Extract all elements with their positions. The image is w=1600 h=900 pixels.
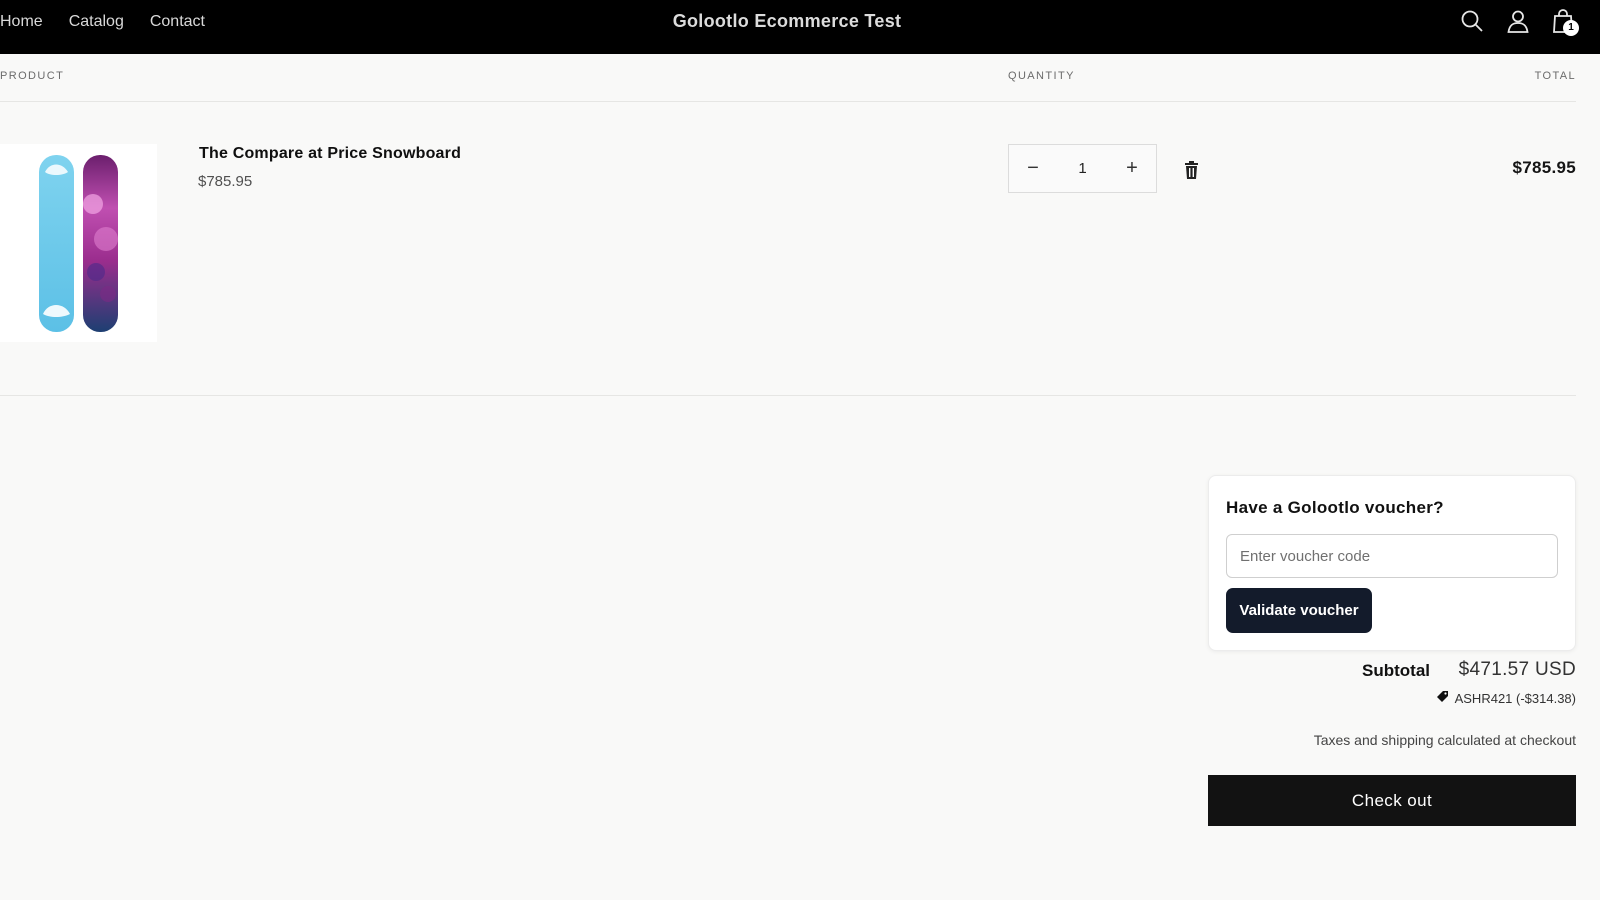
tag-icon <box>1436 690 1449 706</box>
divider <box>0 395 1576 396</box>
voucher-title: Have a Golootlo voucher? <box>1226 498 1444 517</box>
column-header-quantity: QUANTITY <box>1008 70 1075 82</box>
applied-discount: ASHR421 (-$314.38) <box>1436 690 1576 706</box>
quantity-stepper: − 1 + <box>1008 144 1157 193</box>
column-header-product: PRODUCT <box>0 70 65 82</box>
product-image[interactable] <box>0 144 157 342</box>
trash-icon[interactable] <box>1183 161 1200 180</box>
quantity-input[interactable]: 1 <box>1057 160 1108 177</box>
product-price: $785.95 <box>198 173 253 190</box>
divider <box>0 101 1576 102</box>
validate-voucher-button[interactable]: Validate voucher <box>1226 588 1372 633</box>
search-icon[interactable] <box>1459 8 1485 34</box>
voucher-card: Have a Golootlo voucher? Validate vouche… <box>1208 475 1576 651</box>
store-name[interactable]: Golootlo Ecommerce Test <box>0 11 1574 32</box>
line-item-total: $785.95 <box>1512 158 1576 177</box>
increase-quantity-button[interactable]: + <box>1108 145 1156 192</box>
discount-code: ASHR421 (-$314.38) <box>1454 690 1576 706</box>
subtotal-value: $471.57 USD <box>1458 659 1576 680</box>
site-header: Home Catalog Contact Golootlo Ecommerce … <box>0 0 1600 54</box>
subtotal-label: Subtotal <box>1362 661 1430 680</box>
column-header-total: TOTAL <box>1534 70 1576 82</box>
checkout-button[interactable]: Check out <box>1208 775 1576 826</box>
decrease-quantity-button[interactable]: − <box>1009 145 1057 192</box>
voucher-code-input[interactable] <box>1226 534 1558 578</box>
cart-count-badge: 1 <box>1563 20 1579 36</box>
cart-icon[interactable]: 1 <box>1551 8 1579 36</box>
account-icon[interactable] <box>1505 8 1531 34</box>
product-name[interactable]: The Compare at Price Snowboard <box>199 145 461 163</box>
taxes-note: Taxes and shipping calculated at checkou… <box>1313 732 1576 748</box>
